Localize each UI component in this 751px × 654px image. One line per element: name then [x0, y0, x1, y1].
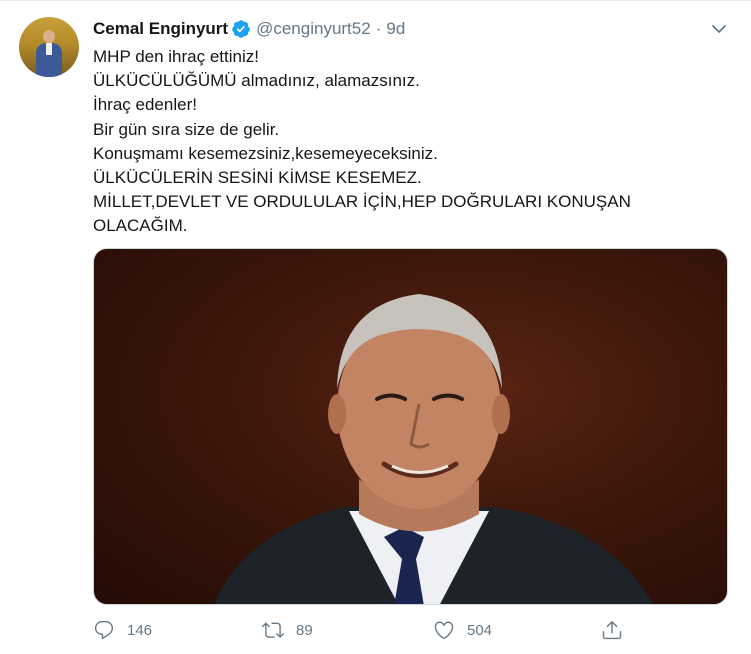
share-icon	[602, 621, 622, 640]
tweet-photo[interactable]	[93, 248, 728, 605]
header-separator: ·	[375, 19, 382, 38]
tweet[interactable]: Cemal Enginyurt @cenginyurt52 · 9d MHP d…	[0, 0, 751, 654]
avatar-figure-head	[43, 30, 55, 43]
avatar-figure-shirt	[46, 43, 52, 55]
share-button[interactable]	[601, 619, 623, 641]
reply-icon	[94, 621, 114, 640]
reply-count: 146	[127, 621, 153, 639]
reply-button[interactable]: 146	[93, 619, 152, 641]
tweet-text: MHP den ihraç ettiniz! ÜLKÜCÜLÜĞÜMÜ alma…	[93, 47, 631, 236]
retweet-count: 89	[296, 621, 313, 639]
author-handle[interactable]: @cenginyurt52	[256, 19, 371, 39]
retweet-icon	[262, 622, 284, 638]
like-button[interactable]: 504	[433, 619, 492, 641]
avatar[interactable]	[19, 17, 79, 77]
verified-badge-icon	[232, 20, 250, 38]
tweet-actions: 146 89 504	[93, 619, 653, 645]
tweet-timestamp[interactable]: 9d	[386, 19, 405, 39]
chevron-down-icon[interactable]	[710, 20, 728, 38]
retweet-button[interactable]: 89	[262, 619, 313, 641]
like-count: 504	[467, 621, 493, 639]
author-name[interactable]: Cemal Enginyurt	[93, 19, 228, 39]
heart-icon	[434, 621, 454, 639]
tweet-header: Cemal Enginyurt @cenginyurt52 · 9d	[93, 17, 405, 41]
portrait-illustration	[214, 294, 653, 604]
